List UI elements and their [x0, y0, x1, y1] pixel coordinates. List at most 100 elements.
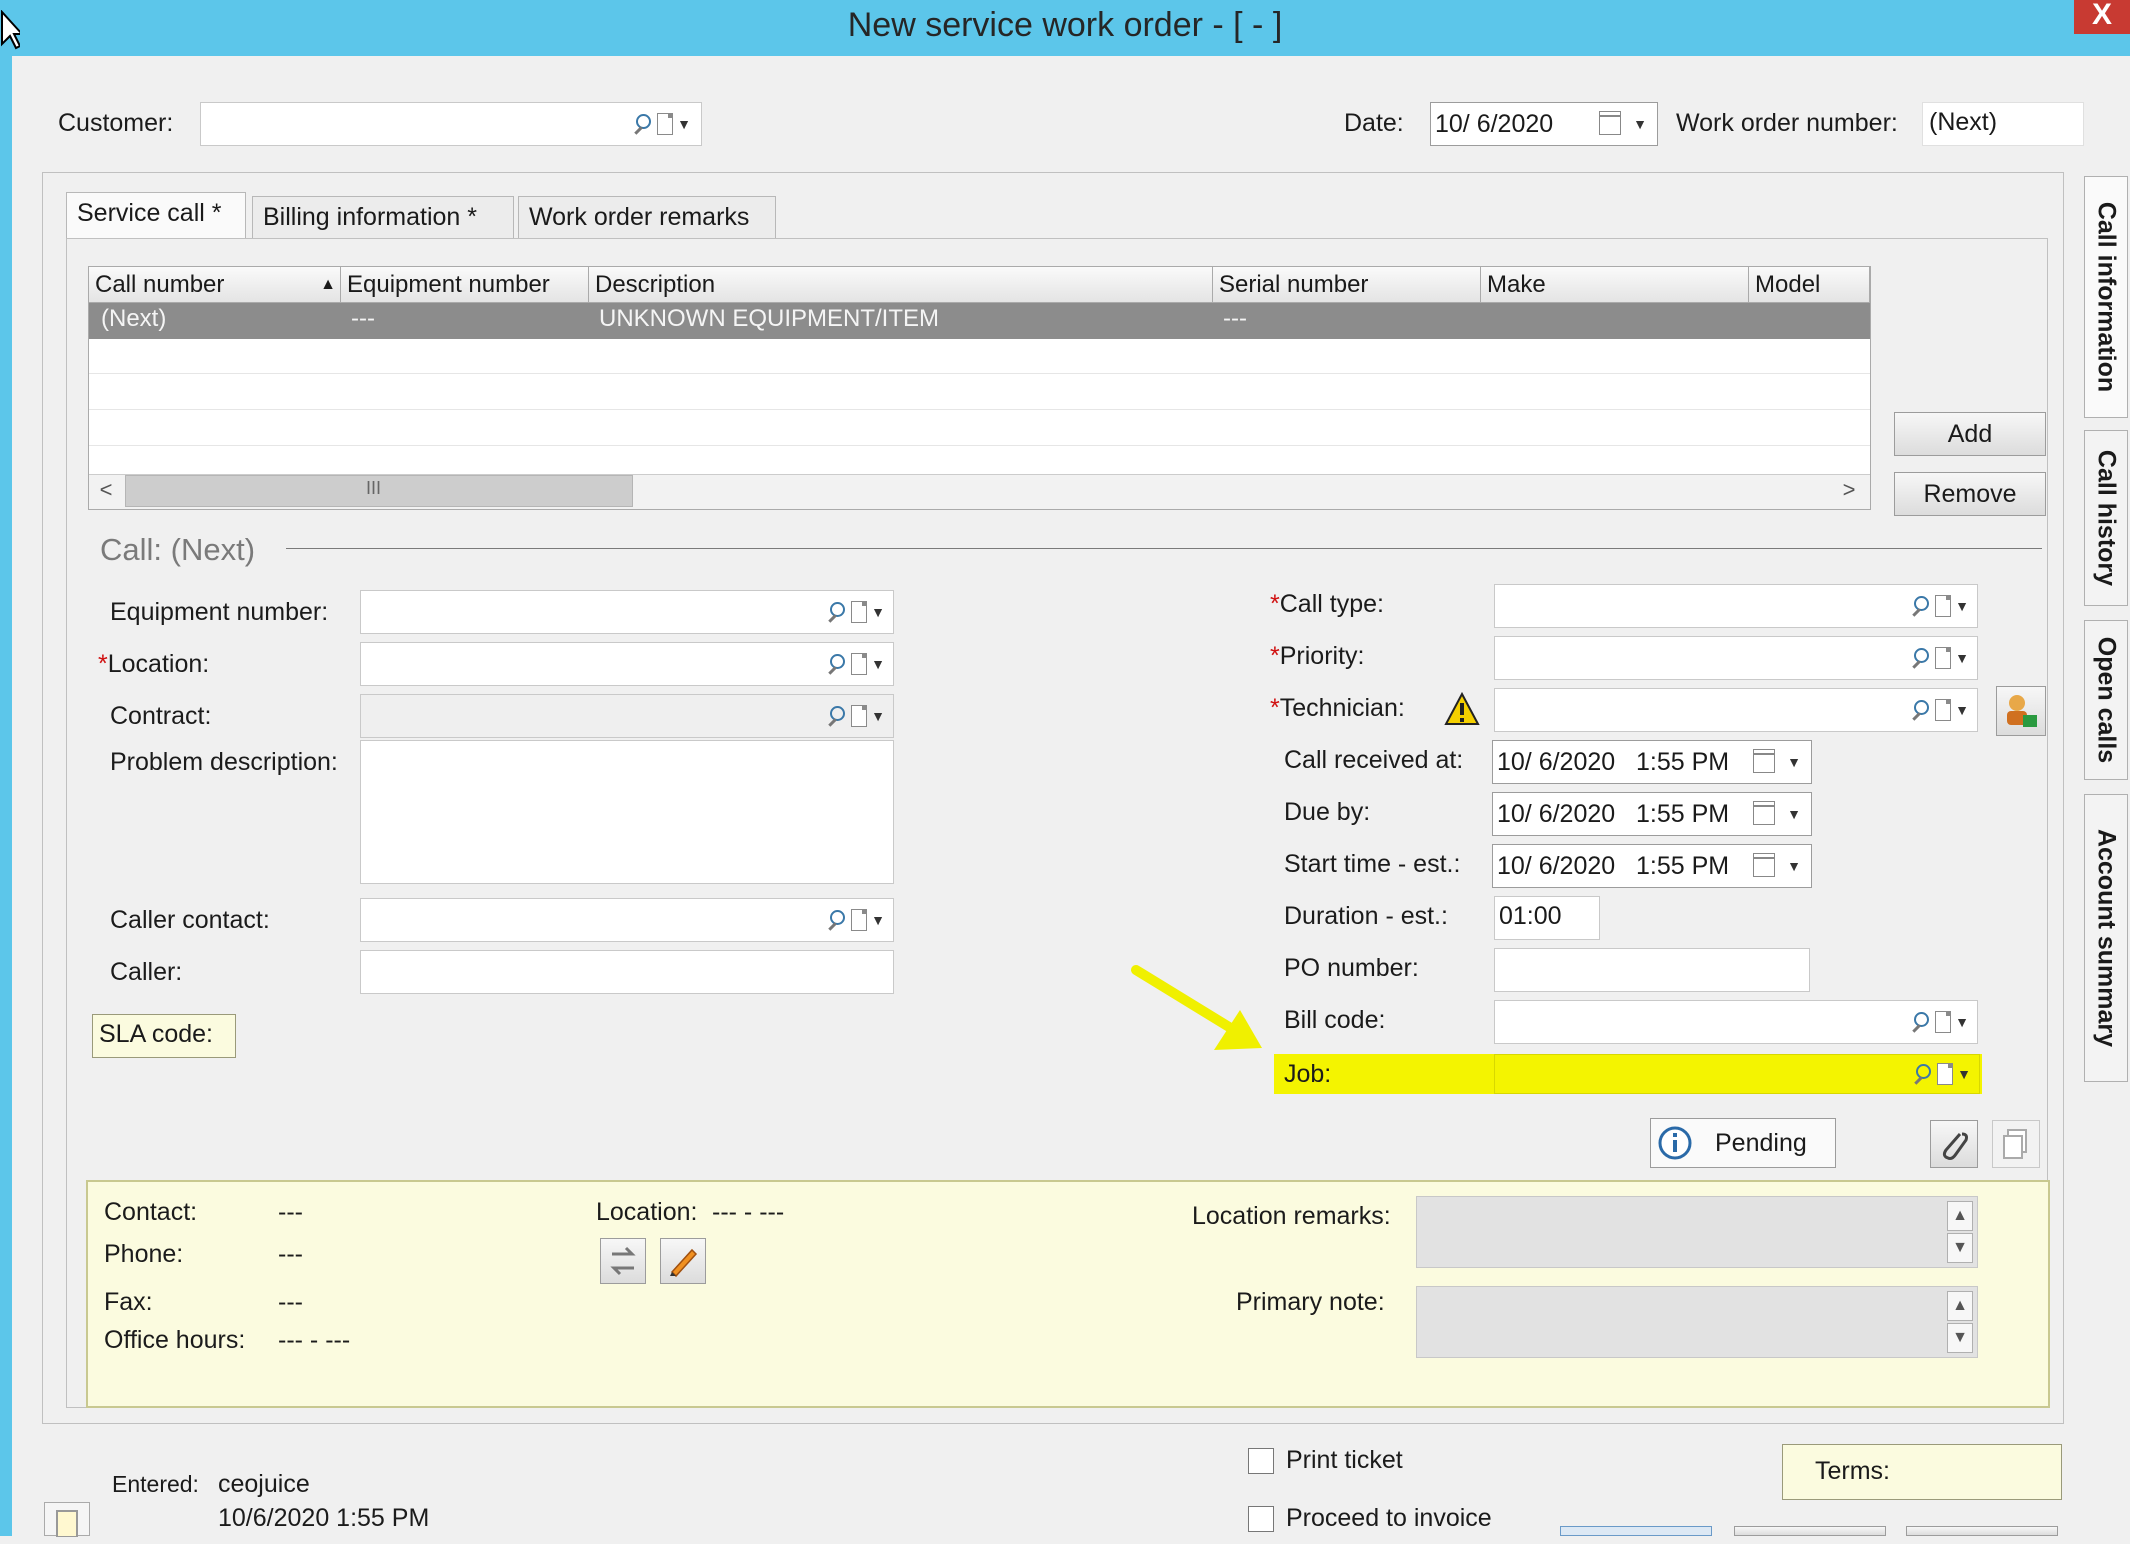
close-button[interactable]: X — [2074, 0, 2130, 34]
date-field[interactable]: 10/ 6/2020 ▼ — [1430, 102, 1658, 146]
column-equipment-number[interactable]: Equipment number — [341, 267, 589, 303]
document-icon[interactable] — [1935, 595, 1952, 617]
chevron-down-icon[interactable]: ▼ — [1787, 741, 1801, 783]
call-type-input[interactable]: ▼ — [1494, 584, 1978, 628]
calendar-icon[interactable] — [1753, 801, 1775, 825]
scroll-right-button[interactable]: > — [1836, 477, 1862, 505]
tab-call-information[interactable]: Call information — [2084, 176, 2128, 418]
document-icon[interactable] — [1935, 699, 1952, 721]
new-document-button[interactable] — [44, 1502, 90, 1538]
chevron-down-icon[interactable]: ▼ — [1955, 1014, 1969, 1030]
technician-schedule-button[interactable] — [1996, 686, 2046, 736]
remove-button[interactable]: Remove — [1894, 472, 2046, 516]
attach-button[interactable] — [1930, 1120, 1978, 1168]
customer-input[interactable]: ▼ — [200, 102, 702, 146]
document-icon[interactable] — [657, 113, 674, 135]
contract-input[interactable]: ▼ — [360, 694, 894, 738]
proceed-to-invoice-checkbox[interactable] — [1248, 1506, 1274, 1532]
chevron-down-icon[interactable]: ▼ — [871, 708, 885, 724]
pending-button[interactable]: Pending — [1650, 1118, 1836, 1168]
chevron-down-icon[interactable]: ▼ — [1955, 702, 1969, 718]
column-model[interactable]: Model — [1749, 267, 1870, 303]
search-icon[interactable] — [1911, 1063, 1933, 1085]
start-time-field[interactable]: 10/ 6/2020 1:55 PM ▼ — [1492, 844, 1812, 888]
duration-input[interactable]: 01:00 — [1494, 896, 1600, 940]
call-received-field[interactable]: 10/ 6/2020 1:55 PM ▼ — [1492, 740, 1812, 784]
chevron-down-icon[interactable]: ▼ — [871, 656, 885, 672]
column-serial-number[interactable]: Serial number — [1213, 267, 1481, 303]
document-icon[interactable] — [851, 705, 868, 727]
caller-input[interactable] — [360, 950, 894, 994]
document-icon[interactable] — [1935, 647, 1952, 669]
calls-grid[interactable]: Call number ▲ Equipment number Descriptio… — [88, 266, 1871, 510]
search-icon[interactable] — [825, 705, 847, 727]
calendar-icon[interactable] — [1753, 853, 1775, 877]
chevron-down-icon[interactable]: ▼ — [1787, 845, 1801, 887]
edit-location-button[interactable] — [660, 1238, 706, 1284]
terms-box[interactable]: Terms: — [1782, 1444, 2062, 1500]
tab-open-calls[interactable]: Open calls — [2084, 620, 2128, 780]
search-icon[interactable] — [631, 113, 653, 135]
document-icon[interactable] — [1937, 1063, 1954, 1085]
column-description[interactable]: Description — [589, 267, 1213, 303]
footer-button-3[interactable] — [1906, 1526, 2058, 1536]
chevron-down-icon[interactable]: ▼ — [871, 604, 885, 620]
priority-input[interactable]: ▼ — [1494, 636, 1978, 680]
search-icon[interactable] — [825, 601, 847, 623]
contact-value: --- — [278, 1198, 303, 1226]
scroll-left-button[interactable]: < — [93, 477, 119, 505]
bill-code-input[interactable]: ▼ — [1494, 1000, 1978, 1044]
tab-call-history[interactable]: Call history — [2084, 430, 2128, 606]
po-number-input[interactable] — [1494, 948, 1810, 992]
column-make[interactable]: Make — [1481, 267, 1749, 303]
column-call-number[interactable]: Call number ▲ — [89, 267, 341, 303]
chevron-down-icon[interactable]: ▼ — [1955, 598, 1969, 614]
table-row[interactable]: (Next) --- UNKNOWN EQUIPMENT/ITEM --- — [89, 303, 1870, 339]
tab-billing-information[interactable]: Billing information * — [252, 196, 514, 238]
print-ticket-checkbox[interactable] — [1248, 1448, 1274, 1474]
tab-account-summary[interactable]: Account summary — [2084, 794, 2128, 1082]
scroll-down-button[interactable]: ▼ — [1947, 1323, 1973, 1353]
calendar-icon[interactable] — [1753, 749, 1775, 773]
primary-note-field[interactable]: ▲ ▼ — [1416, 1286, 1978, 1358]
chevron-down-icon[interactable]: ▼ — [1955, 650, 1969, 666]
equipment-number-input[interactable]: ▼ — [360, 590, 894, 634]
search-icon[interactable] — [825, 909, 847, 931]
search-icon[interactable] — [1909, 699, 1931, 721]
problem-description-textarea[interactable] — [360, 740, 894, 884]
scroll-up-button[interactable]: ▲ — [1947, 1291, 1973, 1321]
document-icon[interactable] — [851, 909, 868, 931]
chevron-down-icon[interactable]: ▼ — [1633, 103, 1647, 145]
search-icon[interactable] — [1909, 647, 1931, 669]
location-remarks-field[interactable]: ▲ ▼ — [1416, 1196, 1978, 1268]
chevron-down-icon[interactable]: ▼ — [871, 912, 885, 928]
document-icon[interactable] — [851, 653, 868, 675]
sla-code-box[interactable]: SLA code: — [92, 1014, 236, 1058]
caller-contact-input[interactable]: ▼ — [360, 898, 894, 942]
document-icon[interactable] — [851, 601, 868, 623]
technician-input[interactable]: ▼ — [1494, 688, 1978, 732]
scroll-up-button[interactable]: ▲ — [1947, 1201, 1973, 1231]
tab-work-order-remarks[interactable]: Work order remarks — [518, 196, 776, 238]
search-icon[interactable] — [1909, 1011, 1931, 1033]
due-by-field[interactable]: 10/ 6/2020 1:55 PM ▼ — [1492, 792, 1812, 836]
technician-label: *Technician: — [1270, 694, 1405, 722]
location-input[interactable]: ▼ — [360, 642, 894, 686]
scroll-thumb[interactable]: III — [125, 475, 633, 507]
footer-button-2[interactable] — [1734, 1526, 1886, 1536]
copy-button[interactable] — [1992, 1120, 2040, 1168]
calendar-icon[interactable] — [1599, 111, 1621, 135]
footer-button-1[interactable] — [1560, 1526, 1712, 1536]
chevron-down-icon[interactable]: ▼ — [1957, 1066, 1971, 1082]
horizontal-scrollbar[interactable]: < III > — [89, 474, 1870, 509]
chevron-down-icon[interactable]: ▼ — [1787, 793, 1801, 835]
add-button[interactable]: Add — [1894, 412, 2046, 456]
tab-service-call[interactable]: Service call * — [66, 192, 246, 240]
search-icon[interactable] — [825, 653, 847, 675]
change-location-button[interactable] — [600, 1238, 646, 1284]
chevron-down-icon[interactable]: ▼ — [677, 116, 691, 132]
document-icon[interactable] — [1935, 1011, 1952, 1033]
search-icon[interactable] — [1909, 595, 1931, 617]
scroll-down-button[interactable]: ▼ — [1947, 1233, 1973, 1263]
job-input[interactable]: ▼ — [1494, 1054, 1980, 1094]
